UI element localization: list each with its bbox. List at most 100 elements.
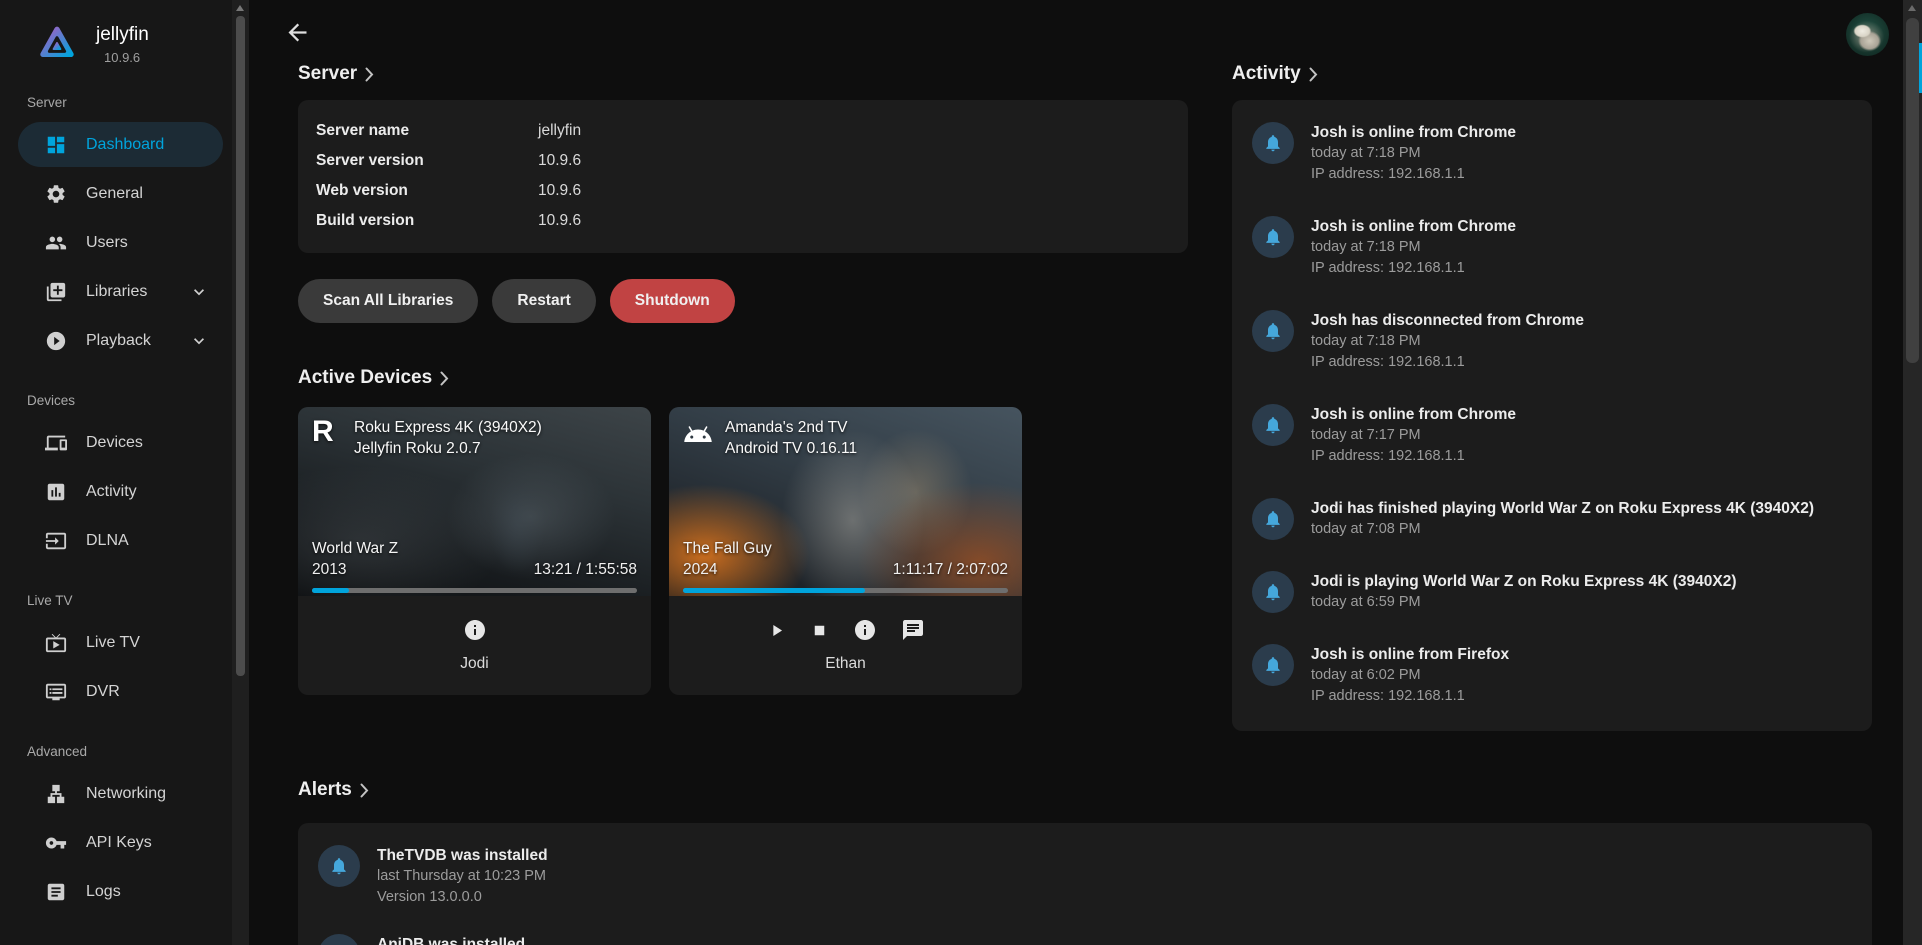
playback-progress-bar [312,588,637,593]
device-controls: Jodi [298,596,651,695]
feed-entry: TheTVDB was installedlast Thursday at 10… [318,845,1852,908]
sidebar-item-dashboard[interactable]: Dashboard [18,122,223,167]
sidebar-item-live-tv[interactable]: Live TV [18,620,223,665]
feed-entry-title: TheTVDB was installed [377,845,548,866]
feed-entry: Jodi is playing World War Z on Roku Expr… [1252,571,1852,613]
sidebar: jellyfin 10.9.6 Server Dashboard General… [0,0,249,945]
sidebar-item-networking[interactable]: Networking [18,771,223,816]
server-info-row: Server name jellyfin [316,116,1170,146]
sidebar-item-general[interactable]: General [18,171,223,216]
devices-icon [45,432,67,454]
alerts-heading[interactable]: Alerts [298,779,1872,801]
device-controls: Ethan [669,596,1022,695]
server-name-value: jellyfin [538,122,581,140]
sidebar-item-activity[interactable]: Activity [18,469,223,514]
server-section-heading[interactable]: Server [298,63,1188,85]
active-devices-heading[interactable]: Active Devices [298,367,1188,389]
sidebar-item-api-keys[interactable]: API Keys [18,820,223,865]
notification-avatar [1252,404,1294,446]
stop-icon[interactable] [810,621,829,640]
feed-entry-title: Josh is online from Chrome [1311,122,1516,143]
sidebar-item-dvr[interactable]: DVR [18,669,223,714]
scan-all-libraries-button[interactable]: Scan All Libraries [298,279,478,323]
alerts-heading-label: Alerts [298,779,352,801]
scroll-up-arrow[interactable] [236,5,244,11]
sidebar-section-label-advanced: Advanced [27,744,249,759]
server-version-value: 10.9.6 [538,152,581,170]
feed-entry-ip: IP address: 192.168.1.1 [1311,446,1516,467]
server-info-row: Server version 10.9.6 [316,146,1170,176]
feed-entry-time: today at 7:17 PM [1311,425,1516,446]
now-playing-backdrop: R Roku Express 4K (3940X2) Jellyfin Roku… [298,407,651,596]
activity-column: Activity Josh is online from Chrome today… [1232,0,1872,731]
session-user-name: Ethan [825,655,866,673]
feed-entry-time: today at 6:59 PM [1311,592,1737,613]
key-icon [45,832,67,854]
bar-chart-icon [45,481,67,503]
sidebar-item-dlna[interactable]: DLNA [18,518,223,563]
sidebar-item-devices[interactable]: Devices [18,420,223,465]
chevron-down-icon[interactable] [189,331,209,351]
main-scrollbar[interactable] [1903,0,1922,945]
info-icon[interactable] [463,618,487,642]
chevron-down-icon[interactable] [189,282,209,302]
active-devices-row: R Roku Express 4K (3940X2) Jellyfin Roku… [298,407,1188,695]
sidebar-section-label-devices: Devices [27,393,249,408]
playback-progress-bar [683,588,1008,593]
media-time: 13:21 / 1:55:58 [534,559,637,580]
main-scrollbar-thumb[interactable] [1906,18,1919,363]
device-card-android-tv[interactable]: Amanda's 2nd TV Android TV 0.16.11 The F… [669,407,1022,695]
server-actions: Scan All Libraries Restart Shutdown [298,279,1188,323]
notification-avatar [1252,216,1294,258]
bell-icon [329,856,349,876]
bell-icon [1263,582,1283,602]
session-user-name: Jodi [460,655,488,673]
sidebar-item-label: Libraries [86,283,147,301]
shutdown-button[interactable]: Shutdown [610,279,735,323]
feed-entry-time: last Thursday at 10:23 PM [377,866,548,887]
chevron-right-icon [365,67,374,82]
feed-entry: Josh has disconnected from Chrometoday a… [1252,310,1852,373]
sidebar-item-label: DVR [86,683,120,701]
feed-entry: Jodi has finished playing World War Z on… [1252,498,1852,540]
sidebar-item-users[interactable]: Users [18,220,223,265]
server-version-label: Server version [316,152,538,170]
media-title: World War Z [312,538,637,559]
playback-progress-fill [683,588,865,593]
device-card-roku[interactable]: R Roku Express 4K (3940X2) Jellyfin Roku… [298,407,651,695]
sidebar-scrollbar-thumb[interactable] [236,16,245,676]
sidebar-item-label: Activity [86,483,137,501]
sidebar-item-libraries[interactable]: Libraries [18,269,223,314]
build-version-label: Build version [316,212,538,230]
device-client: Jellyfin Roku 2.0.7 [354,438,542,459]
feed-entry-ip: IP address: 192.168.1.1 [1311,164,1516,185]
chevron-right-icon [440,371,449,386]
sidebar-item-playback[interactable]: Playback [18,318,223,363]
feed-entry: AniDB was installed [318,934,1852,945]
device-name: Amanda's 2nd TV [725,417,857,438]
now-playing-info: World War Z 2013 13:21 / 1:55:58 [312,538,637,580]
server-heading-label: Server [298,63,357,85]
sidebar-item-label: General [86,185,143,203]
sidebar-scrollbar[interactable] [232,0,249,945]
bell-icon [1263,415,1283,435]
message-icon[interactable] [901,618,925,642]
notification-avatar [318,845,360,887]
restart-button[interactable]: Restart [492,279,595,323]
feed-entry-time: today at 7:08 PM [1311,519,1814,540]
info-icon[interactable] [853,618,877,642]
server-name-label: Server name [316,122,538,140]
activity-heading-label: Activity [1232,63,1301,85]
sidebar-item-label: Users [86,234,128,252]
play-icon[interactable] [767,621,786,640]
sidebar-item-logs[interactable]: Logs [18,869,223,914]
active-devices-heading-label: Active Devices [298,367,432,389]
app-title: jellyfin [96,24,149,46]
scroll-up-arrow[interactable] [1908,5,1916,11]
dashboard-grid-icon [45,134,67,156]
activity-heading[interactable]: Activity [1232,63,1872,85]
sidebar-item-label: Playback [86,332,151,350]
android-robot-icon [683,417,713,447]
sidebar-item-label: API Keys [86,834,152,852]
feed-entry-title: AniDB was installed [377,934,525,945]
